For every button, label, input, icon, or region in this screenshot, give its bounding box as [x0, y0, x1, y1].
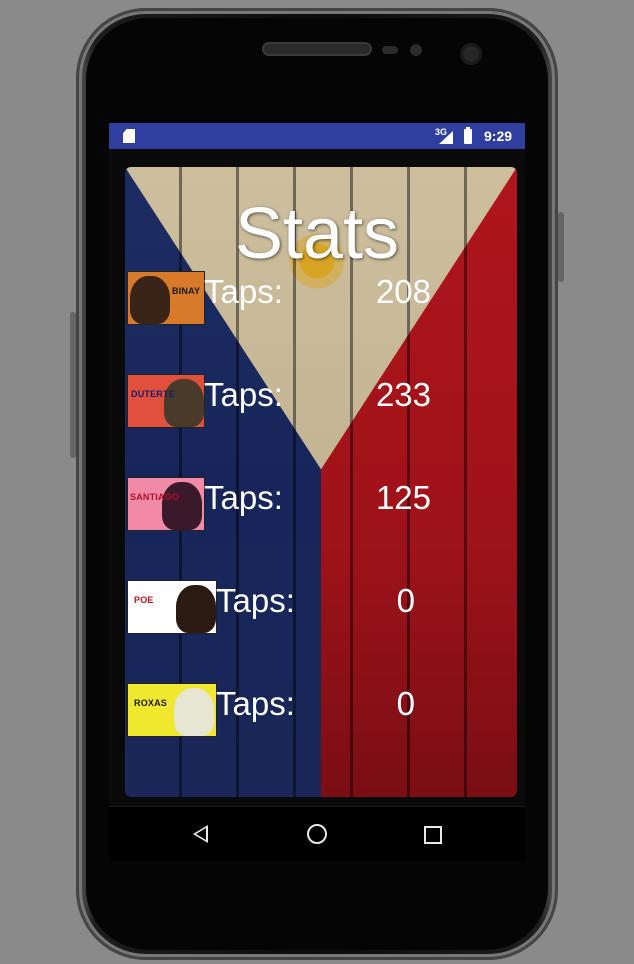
- candidate-thumbnail: DUTERTE: [127, 374, 205, 428]
- light-sensor: [410, 44, 422, 56]
- candidate-caption: DUTERTE: [131, 389, 175, 399]
- taps-label: Taps:: [216, 685, 295, 722]
- status-time: 9:29: [484, 128, 513, 144]
- candidate-face: [130, 276, 170, 324]
- stat-row-poe: POE Taps: 0: [127, 580, 517, 640]
- taps-count: 0: [396, 582, 415, 619]
- front-camera: [460, 43, 482, 65]
- sd-card-icon: [123, 129, 135, 143]
- taps-count: 125: [375, 479, 431, 516]
- candidate-face: [164, 379, 204, 427]
- stat-row-santiago: SANTIAGO Taps: 125: [127, 477, 517, 537]
- candidate-face: [176, 585, 216, 633]
- back-icon[interactable]: [193, 825, 208, 843]
- taps-count: 0: [396, 685, 415, 722]
- status-bar: 3G 9:29: [109, 123, 525, 149]
- power-button: [558, 212, 564, 282]
- candidate-caption: BINAY: [172, 286, 201, 296]
- stat-row-roxas: ROXAS Taps: 0: [127, 683, 517, 743]
- candidate-thumbnail: ROXAS: [127, 683, 217, 737]
- stat-row-duterte: DUTERTE Taps: 233: [127, 374, 517, 434]
- taps-label: Taps:: [204, 273, 283, 310]
- volume-button: [70, 312, 76, 458]
- battery-icon: [464, 127, 472, 144]
- candidate-caption: POE: [134, 595, 154, 605]
- recents-icon[interactable]: [424, 826, 442, 844]
- proximity-sensor: [382, 46, 398, 54]
- taps-label: Taps:: [216, 582, 295, 619]
- candidate-caption: ROXAS: [134, 698, 168, 708]
- page-title: Stats: [234, 194, 400, 274]
- taps-label: Taps:: [204, 376, 283, 413]
- stats-screen: Stats BINAY Taps: 208 DUTERTE Taps: 233 …: [109, 149, 525, 806]
- candidate-thumbnail: POE: [127, 580, 217, 634]
- home-icon[interactable]: [307, 824, 327, 844]
- taps-label: Taps:: [204, 479, 283, 516]
- candidate-thumbnail: SANTIAGO: [127, 477, 205, 531]
- candidate-face: [162, 482, 202, 530]
- taps-count: 233: [375, 376, 431, 413]
- candidate-face: [174, 688, 214, 736]
- screen: 3G 9:29 Stats BINAY Taps: 208 DUTERTE Ta…: [109, 123, 525, 861]
- navigation-bar: [109, 806, 525, 861]
- candidate-thumbnail: BINAY: [127, 271, 205, 325]
- network-type: 3G: [435, 127, 448, 137]
- stat-row-binay: BINAY Taps: 208: [127, 271, 517, 331]
- candidate-caption: SANTIAGO: [130, 492, 180, 502]
- taps-count: 208: [375, 273, 431, 310]
- earpiece-speaker: [264, 44, 370, 54]
